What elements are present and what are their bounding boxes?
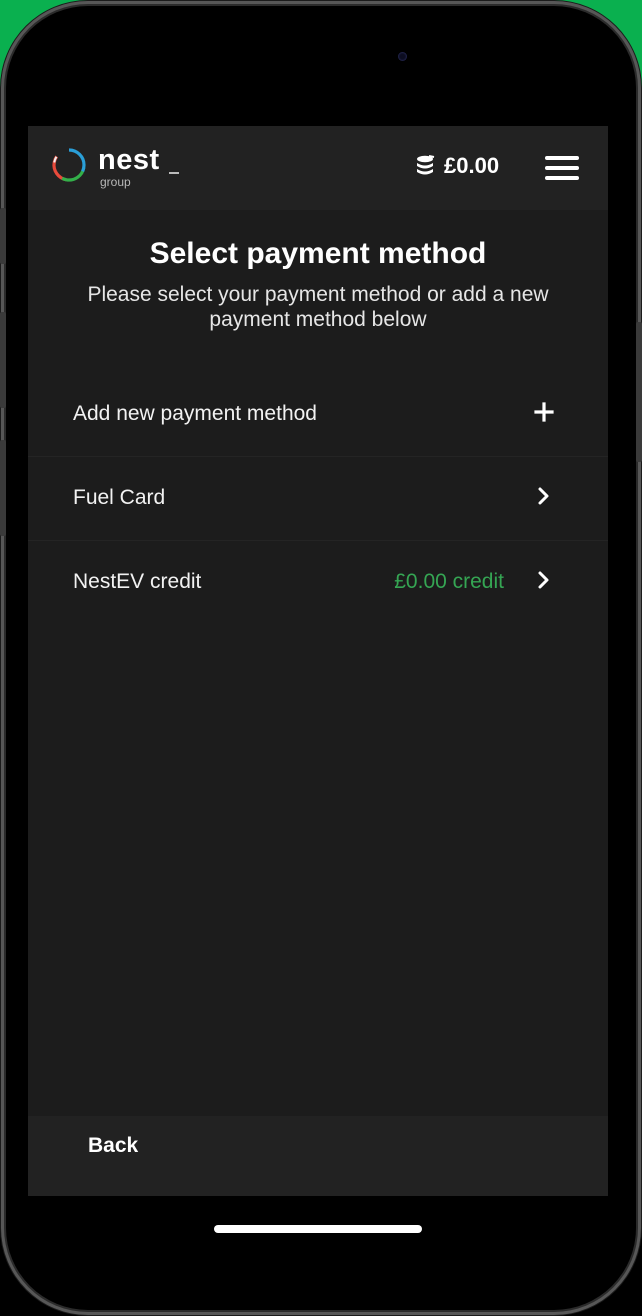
logo-wordmark: nest bbox=[98, 144, 160, 176]
nest-logo-icon bbox=[52, 148, 86, 182]
chevron-right-icon bbox=[538, 487, 549, 505]
credit-balance: £0.00 credit bbox=[394, 570, 504, 593]
bottom-bar: Back bbox=[28, 1116, 608, 1196]
logo-subtext: group bbox=[100, 175, 131, 189]
silent-switch bbox=[0, 208, 6, 264]
fuel-card-row[interactable]: Fuel Card bbox=[28, 456, 608, 541]
home-indicator[interactable] bbox=[214, 1225, 422, 1233]
page-subtitle: Please select your payment method or add… bbox=[87, 283, 549, 331]
payment-method-label: Add new payment method bbox=[73, 402, 317, 425]
add-payment-method-row[interactable]: Add new payment method bbox=[28, 372, 608, 457]
page-title: Select payment method bbox=[149, 237, 487, 270]
app-screen: nest group £0.00 Select payment method P… bbox=[28, 126, 608, 1196]
hamburger-menu-icon[interactable] bbox=[545, 156, 579, 180]
chevron-right-icon bbox=[538, 571, 549, 589]
nestev-credit-row[interactable]: NestEV credit £0.00 credit bbox=[28, 540, 608, 624]
volume-down-button bbox=[0, 440, 6, 536]
power-button bbox=[636, 322, 642, 462]
back-button[interactable]: Back bbox=[88, 1134, 138, 1158]
coins-icon bbox=[417, 155, 435, 175]
plus-icon bbox=[534, 402, 554, 422]
volume-up-button bbox=[0, 312, 6, 408]
front-camera bbox=[398, 52, 407, 61]
wallet-balance[interactable]: £0.00 bbox=[444, 155, 499, 177]
payment-method-label: Fuel Card bbox=[73, 486, 166, 509]
payment-method-label: NestEV credit bbox=[73, 570, 202, 593]
logo-mark bbox=[169, 168, 179, 174]
top-bar: nest group £0.00 bbox=[28, 126, 608, 210]
